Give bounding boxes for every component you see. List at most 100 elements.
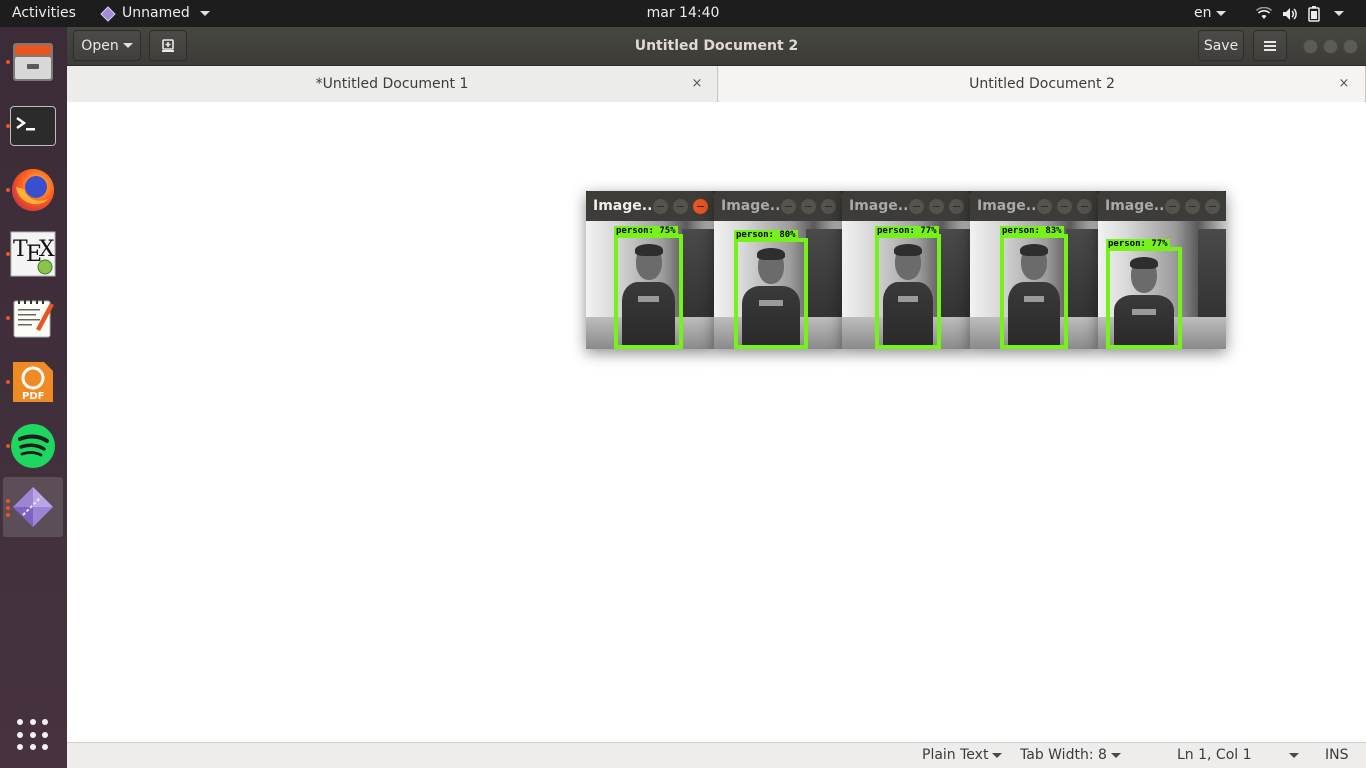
image-window-titlebar[interactable]: Image... xyxy=(970,191,1098,221)
grid-dot-icon xyxy=(17,744,23,751)
detection-image: person: 75% xyxy=(586,221,714,349)
hamburger-menu-button[interactable] xyxy=(1253,30,1287,61)
image-window-titlebar[interactable]: Image... xyxy=(842,191,970,221)
chevron-down-icon xyxy=(992,752,1003,758)
wifi-icon xyxy=(1256,6,1272,19)
minimize-button[interactable] xyxy=(909,199,924,214)
header-bar: Untitled Document 2 Open Save xyxy=(67,27,1366,66)
bounding-box: person: 77% xyxy=(875,226,941,349)
language-selector[interactable]: Plain Text xyxy=(922,743,1003,768)
detection-label: person: 77% xyxy=(1106,239,1170,249)
grid-dot-icon xyxy=(29,731,36,738)
close-button[interactable] xyxy=(1205,199,1220,214)
image-window-titlebar[interactable]: Image... xyxy=(1098,191,1226,221)
clock[interactable]: mar 14:40 xyxy=(647,5,720,21)
maximize-button[interactable] xyxy=(1057,199,1072,214)
app-menu-label: Unnamed xyxy=(122,5,190,21)
show-applications-button[interactable] xyxy=(17,719,49,751)
person-figure xyxy=(622,242,675,345)
detection-image: person: 77% xyxy=(1098,221,1226,349)
grid-dot-icon xyxy=(17,719,23,725)
cursor-position[interactable]: Ln 1, Col 1 xyxy=(1177,743,1252,768)
running-indicator xyxy=(6,499,10,503)
running-indicator xyxy=(6,316,10,320)
image-window-title: Image... xyxy=(593,198,658,214)
new-tab-button[interactable] xyxy=(149,30,187,61)
system-menu[interactable] xyxy=(1256,0,1344,27)
terminal-icon xyxy=(10,106,56,146)
top-bar: Activities Unnamed mar 14:40 en xyxy=(0,0,1366,27)
dock-item-terminal[interactable] xyxy=(3,96,63,156)
image-window-title: Image... xyxy=(721,198,786,214)
dock-item-texmaker[interactable]: TEX xyxy=(3,224,63,284)
grid-dot-icon xyxy=(29,719,36,725)
person-figure xyxy=(1008,242,1060,345)
bounding-box: person: 83% xyxy=(1000,226,1068,349)
image-window[interactable]: Image... person: 83% xyxy=(970,191,1098,349)
image-window[interactable]: Image... person: 77% xyxy=(842,191,970,349)
language-label: Plain Text xyxy=(922,747,989,763)
open-label: Open xyxy=(81,37,119,54)
running-indicator xyxy=(6,124,10,128)
minimize-button[interactable] xyxy=(1303,39,1318,54)
dock-item-spotify[interactable] xyxy=(3,416,63,476)
file-cabinet-icon xyxy=(13,43,53,81)
running-indicator xyxy=(6,252,10,256)
dock-item-text-editor[interactable] xyxy=(3,288,63,348)
maximize-button[interactable] xyxy=(673,199,688,214)
close-button[interactable] xyxy=(1343,39,1358,54)
tab-width-label: Tab Width: 8 xyxy=(1020,747,1107,763)
app-menu[interactable]: Unnamed xyxy=(100,0,210,27)
open-button[interactable]: Open xyxy=(73,30,141,61)
tab-untitled-document-2[interactable]: Untitled Document 2 × xyxy=(719,66,1366,102)
maximize-button[interactable] xyxy=(1185,199,1200,214)
image-window-title: Image... xyxy=(977,198,1042,214)
language-label: en xyxy=(1194,5,1212,21)
minimize-button[interactable] xyxy=(1165,199,1180,214)
chevron-down-icon xyxy=(1334,11,1344,16)
close-button[interactable] xyxy=(1077,199,1092,214)
detection-label: person: 83% xyxy=(1000,226,1064,236)
tab-close-icon[interactable]: × xyxy=(687,66,707,102)
window-title: Untitled Document 2 xyxy=(634,38,799,54)
language-indicator[interactable]: en xyxy=(1194,0,1226,27)
image-window[interactable]: Image... person: 77% xyxy=(1098,191,1226,349)
dock: TEX PDF xyxy=(0,27,67,768)
dock-item-files[interactable] xyxy=(3,32,63,92)
close-button[interactable] xyxy=(821,199,836,214)
detection-image: person: 83% xyxy=(970,221,1098,349)
dock-item-unnamed-app[interactable] xyxy=(3,477,63,537)
svg-text:PDF: PDF xyxy=(22,391,44,402)
close-button[interactable] xyxy=(949,199,964,214)
running-indicator xyxy=(6,506,10,510)
maximize-button[interactable] xyxy=(1323,39,1338,54)
image-window[interactable]: Image... person: 80% xyxy=(714,191,842,349)
battery-icon xyxy=(1308,5,1320,22)
svg-text:X: X xyxy=(39,237,55,262)
tab-close-icon[interactable]: × xyxy=(1334,66,1354,102)
image-window[interactable]: Image... person: 75% xyxy=(586,191,714,349)
image-window-title: Image... xyxy=(1105,198,1170,214)
tab-untitled-document-1[interactable]: *Untitled Document 1 × xyxy=(67,66,718,103)
person-figure xyxy=(1114,255,1174,345)
maximize-button[interactable] xyxy=(929,199,944,214)
minimize-button[interactable] xyxy=(1037,199,1052,214)
activities-button[interactable]: Activities xyxy=(12,0,76,27)
detection-image: person: 80% xyxy=(714,221,842,349)
image-window-titlebar[interactable]: Image... xyxy=(586,191,714,221)
running-indicator xyxy=(6,188,10,192)
cursor-position-menu[interactable] xyxy=(1285,743,1299,768)
notepad-icon xyxy=(13,298,54,338)
insert-mode-indicator[interactable]: INS xyxy=(1325,743,1349,768)
grid-dot-icon xyxy=(29,744,36,751)
minimize-button[interactable] xyxy=(781,199,796,214)
dock-item-foxit-pdf[interactable]: PDF xyxy=(3,352,63,412)
maximize-button[interactable] xyxy=(801,199,816,214)
image-window-titlebar[interactable]: Image... xyxy=(714,191,842,221)
firefox-icon xyxy=(12,169,54,211)
dock-item-firefox[interactable] xyxy=(3,160,63,220)
close-button[interactable] xyxy=(693,199,708,214)
save-button[interactable]: Save xyxy=(1198,30,1244,61)
tab-width-selector[interactable]: Tab Width: 8 xyxy=(1020,743,1121,768)
minimize-button[interactable] xyxy=(653,199,668,214)
